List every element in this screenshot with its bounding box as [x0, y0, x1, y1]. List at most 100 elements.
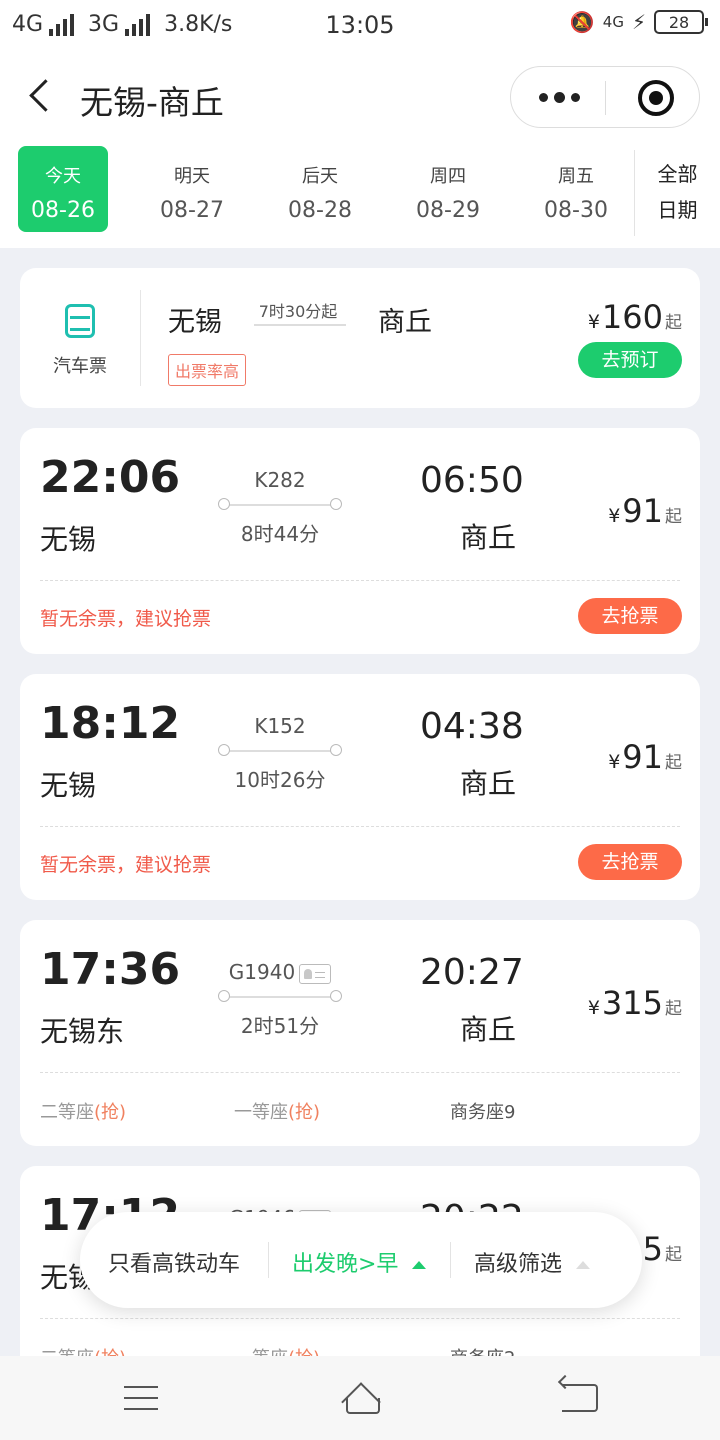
high-speed-only-filter[interactable]: 只看高铁动车	[108, 1246, 240, 1278]
price-suffix: 起	[665, 999, 682, 1019]
grab-ticket-button[interactable]: 去抢票	[578, 844, 682, 880]
date-label: 周四	[430, 166, 466, 187]
route-line	[218, 744, 342, 756]
return-icon[interactable]	[562, 1384, 598, 1412]
price-suffix: 起	[665, 1245, 682, 1265]
departure-time: 17:36	[40, 944, 181, 995]
currency: ¥	[608, 505, 621, 527]
date-tab-friday[interactable]: 周五 08-30	[531, 146, 621, 232]
train-number: K282	[254, 468, 306, 492]
departure-time: 18:12	[40, 698, 181, 749]
price-suffix: 起	[665, 507, 682, 527]
dashed-divider	[40, 1072, 680, 1073]
date-label: 今天	[45, 166, 81, 187]
bus-route-arrow	[254, 324, 346, 326]
date-tab-thursday[interactable]: 周四 08-29	[403, 146, 493, 232]
seat-name: 一等座	[234, 1102, 288, 1123]
price-value: 91	[622, 492, 663, 530]
price-value: 315	[601, 984, 663, 1022]
seat-name: 二等座	[40, 1102, 94, 1123]
header: 无锡-商丘	[0, 52, 720, 142]
seat-status: (抢)	[288, 1102, 321, 1123]
price-value: 91	[622, 738, 663, 776]
departure-time: 22:06	[40, 452, 181, 503]
system-navigation-bar	[0, 1356, 720, 1440]
bus-ticket-card[interactable]: 汽车票 无锡 7时30分起 商丘 出票率高 ¥160 起 去预订	[20, 268, 700, 408]
more-dots-icon[interactable]	[539, 92, 580, 103]
travel-duration: 8时44分	[240, 522, 320, 546]
close-target-icon[interactable]	[638, 80, 674, 116]
arrival-station: 商丘	[460, 521, 517, 554]
sort-up-icon	[412, 1261, 427, 1269]
sort-departure-button[interactable]: 出发晚>早	[292, 1246, 427, 1278]
date-tab-day-after[interactable]: 后天 08-28	[275, 146, 365, 232]
high-issue-rate-badge: 出票率高	[168, 354, 247, 386]
date-value: 08-28	[288, 198, 352, 223]
no-ticket-notice: 暂无余票，建议抢票	[40, 854, 212, 876]
home-icon[interactable]	[338, 1382, 384, 1414]
train-price: ¥91 起	[608, 738, 682, 776]
book-button[interactable]: 去预订	[578, 342, 682, 378]
dashed-divider	[40, 1318, 680, 1319]
bus-label: 汽车票	[53, 356, 107, 377]
travel-duration: 2时51分	[240, 1014, 320, 1038]
bus-type: 汽车票	[40, 304, 120, 378]
seat-second-class: 二等座(抢)	[40, 1098, 126, 1124]
battery-icon: 28	[654, 10, 708, 34]
date-value: 08-27	[160, 198, 224, 223]
back-arrow-icon[interactable]	[28, 78, 54, 114]
route-line	[218, 990, 342, 1002]
dashed-divider	[40, 826, 680, 827]
price-value: 160	[601, 298, 663, 336]
filter-divider	[268, 1242, 269, 1278]
all-dates-button[interactable]: 全部 日期	[634, 150, 720, 236]
bus-duration: 7时30分起	[258, 302, 338, 321]
travel-duration: 10时26分	[234, 768, 326, 792]
arrival-station: 商丘	[460, 1013, 517, 1046]
departure-station: 无锡	[40, 769, 97, 802]
all-dates-line-2: 日期	[657, 198, 698, 222]
arrival-time: 06:50	[420, 460, 524, 501]
sort-label: 出发晚>早	[292, 1252, 399, 1277]
grab-ticket-button[interactable]: 去抢票	[578, 598, 682, 634]
network-type-3: 4G	[602, 13, 624, 31]
currency: ¥	[587, 997, 600, 1019]
train-card[interactable]: 18:12 无锡 K152 10时26分 04:38 商丘 ¥91 起 暂无余票，…	[20, 674, 700, 900]
all-dates-line-1: 全部	[657, 162, 698, 186]
date-label: 周五	[558, 166, 594, 187]
date-tab-tomorrow[interactable]: 明天 08-27	[147, 146, 237, 232]
no-ticket-notice: 暂无余票，建议抢票	[40, 608, 212, 630]
seat-name: 商务座9	[450, 1102, 516, 1123]
route-line	[218, 498, 342, 510]
train-number-text: G1940	[228, 960, 296, 984]
currency: ¥	[608, 751, 621, 773]
capsule-divider	[605, 81, 606, 115]
train-card[interactable]: 17:36 无锡东 G1940 2时51分 20:27 商丘 ¥315 起 二等座…	[20, 920, 700, 1146]
advanced-filter-label: 高级筛选	[474, 1252, 563, 1277]
train-price: ¥91 起	[608, 492, 682, 530]
currency: ¥	[587, 311, 600, 333]
date-label: 明天	[174, 166, 210, 187]
dashed-divider	[40, 580, 680, 581]
charging-icon: ⚡	[631, 10, 646, 34]
miniprogram-capsule	[510, 66, 700, 128]
id-card-icon	[299, 963, 332, 984]
date-tab-today[interactable]: 今天 08-26	[18, 146, 108, 232]
page-title: 无锡-商丘	[80, 83, 224, 122]
status-bar: 4G 3G 3.8K/s 13:05 🔕 4G ⚡ 28	[0, 0, 720, 52]
bus-from-station: 无锡	[168, 307, 222, 338]
arrival-time: 20:27	[420, 952, 524, 993]
train-number: G1940	[220, 960, 340, 984]
date-label: 后天	[302, 166, 338, 187]
mute-bell-icon: 🔕	[569, 10, 595, 34]
system-indicators: 🔕 4G ⚡ 28	[569, 10, 708, 34]
seat-first-class: 一等座(抢)	[234, 1098, 320, 1124]
departure-station: 无锡东	[40, 1015, 125, 1048]
train-price: ¥315起	[588, 984, 682, 1022]
train-card[interactable]: 22:06 无锡 K282 8时44分 06:50 商丘 ¥91 起 暂无余票，建…	[20, 428, 700, 654]
date-value: 08-30	[544, 198, 608, 223]
divider	[140, 290, 141, 386]
advanced-filter-button[interactable]: 高级筛选	[474, 1246, 591, 1278]
seat-status: (抢)	[94, 1102, 127, 1123]
menu-icon[interactable]	[124, 1386, 158, 1410]
